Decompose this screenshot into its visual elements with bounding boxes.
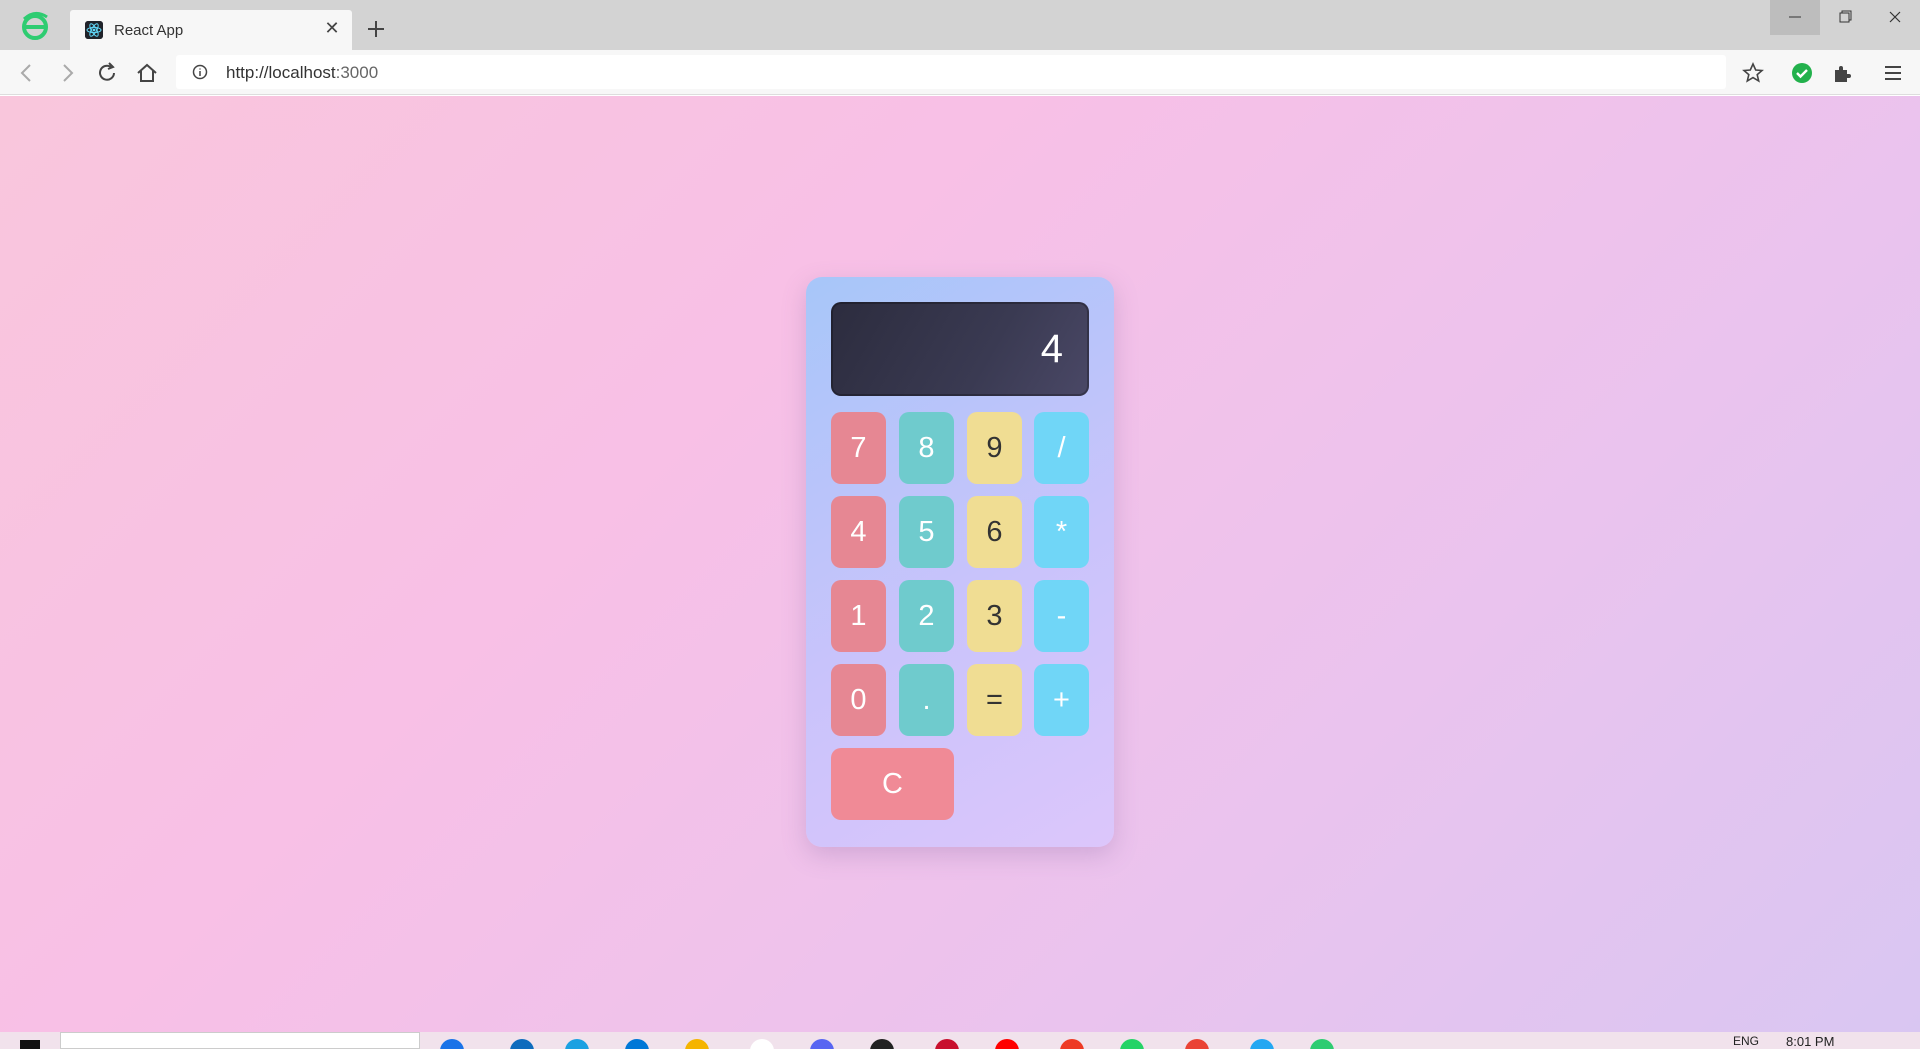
os-taskbar: ENG 8:01 PM: [0, 1032, 1920, 1049]
key-5[interactable]: 5: [899, 496, 954, 568]
url-text[interactable]: http://localhost:3000: [226, 63, 378, 83]
taskbar-app-icon[interactable]: [1060, 1039, 1084, 1049]
url-port: :3000: [335, 63, 379, 82]
taskbar-app-icon[interactable]: [510, 1039, 534, 1049]
key-add[interactable]: +: [1034, 664, 1089, 736]
extension-icon[interactable]: [1830, 61, 1854, 85]
window-close-icon[interactable]: [1870, 0, 1920, 35]
react-favicon-icon: [85, 21, 103, 39]
minimize-icon[interactable]: [1770, 0, 1820, 35]
tab-title: React App: [114, 22, 184, 39]
forward-icon[interactable]: [54, 60, 80, 86]
restore-icon[interactable]: [1820, 0, 1870, 35]
key-8[interactable]: 8: [899, 412, 954, 484]
browser-logo-icon[interactable]: [20, 11, 50, 41]
key-7[interactable]: 7: [831, 412, 886, 484]
key-decimal[interactable]: .: [899, 664, 954, 736]
key-4[interactable]: 4: [831, 496, 886, 568]
calculator: 4 7 8 9 / 4 5 6 * 1 2 3 - 0 . = + C: [806, 277, 1114, 847]
key-9[interactable]: 9: [967, 412, 1022, 484]
taskbar-app-icon[interactable]: [1185, 1039, 1209, 1049]
taskbar-app-icon[interactable]: [1250, 1039, 1274, 1049]
key-clear[interactable]: C: [831, 748, 954, 820]
key-divide[interactable]: /: [1034, 412, 1089, 484]
key-3[interactable]: 3: [967, 580, 1022, 652]
key-equals[interactable]: =: [967, 664, 1022, 736]
taskbar-search-box[interactable]: [60, 1032, 420, 1049]
taskbar-app-icon[interactable]: [440, 1039, 464, 1049]
browser-toolbar: http://localhost:3000: [0, 50, 1920, 95]
taskbar-app-icon[interactable]: [565, 1039, 589, 1049]
taskbar-clock[interactable]: 8:01 PM: [1786, 1034, 1834, 1049]
taskbar-browser-icon[interactable]: [1310, 1039, 1334, 1049]
tab-react-app[interactable]: React App ✕: [70, 10, 352, 50]
back-icon[interactable]: [14, 60, 40, 86]
home-icon[interactable]: [134, 60, 160, 86]
taskbar-folder-icon[interactable]: [685, 1039, 709, 1049]
taskbar-app-icon[interactable]: [810, 1039, 834, 1049]
taskbar-app-icon[interactable]: [625, 1039, 649, 1049]
info-icon[interactable]: [192, 64, 208, 80]
shield-check-icon[interactable]: [1790, 61, 1814, 85]
taskbar-app-icon[interactable]: [935, 1039, 959, 1049]
key-6[interactable]: 6: [967, 496, 1022, 568]
key-subtract[interactable]: -: [1034, 580, 1089, 652]
key-1[interactable]: 1: [831, 580, 886, 652]
star-icon[interactable]: [1741, 61, 1765, 85]
menu-icon[interactable]: [1881, 61, 1905, 85]
taskbar-app-icon[interactable]: [750, 1039, 774, 1049]
reload-icon[interactable]: [94, 60, 120, 86]
browser-titlebar: React App ✕: [0, 0, 1920, 50]
close-icon[interactable]: ✕: [322, 18, 342, 38]
display-value: 4: [1040, 327, 1063, 371]
windows-start-icon[interactable]: [20, 1040, 40, 1049]
calculator-display: 4: [831, 302, 1089, 396]
key-0[interactable]: 0: [831, 664, 886, 736]
taskbar-app-icon[interactable]: [995, 1039, 1019, 1049]
taskbar-app-icon[interactable]: [870, 1039, 894, 1049]
page-viewport: 4 7 8 9 / 4 5 6 * 1 2 3 - 0 . = + C: [0, 96, 1920, 1032]
plus-icon[interactable]: [364, 17, 388, 41]
taskbar-language[interactable]: ENG: [1733, 1034, 1759, 1048]
key-2[interactable]: 2: [899, 580, 954, 652]
address-bar[interactable]: http://localhost:3000: [176, 55, 1726, 89]
key-multiply[interactable]: *: [1034, 496, 1089, 568]
url-host: http://localhost: [226, 63, 336, 82]
taskbar-app-icon[interactable]: [1120, 1039, 1144, 1049]
